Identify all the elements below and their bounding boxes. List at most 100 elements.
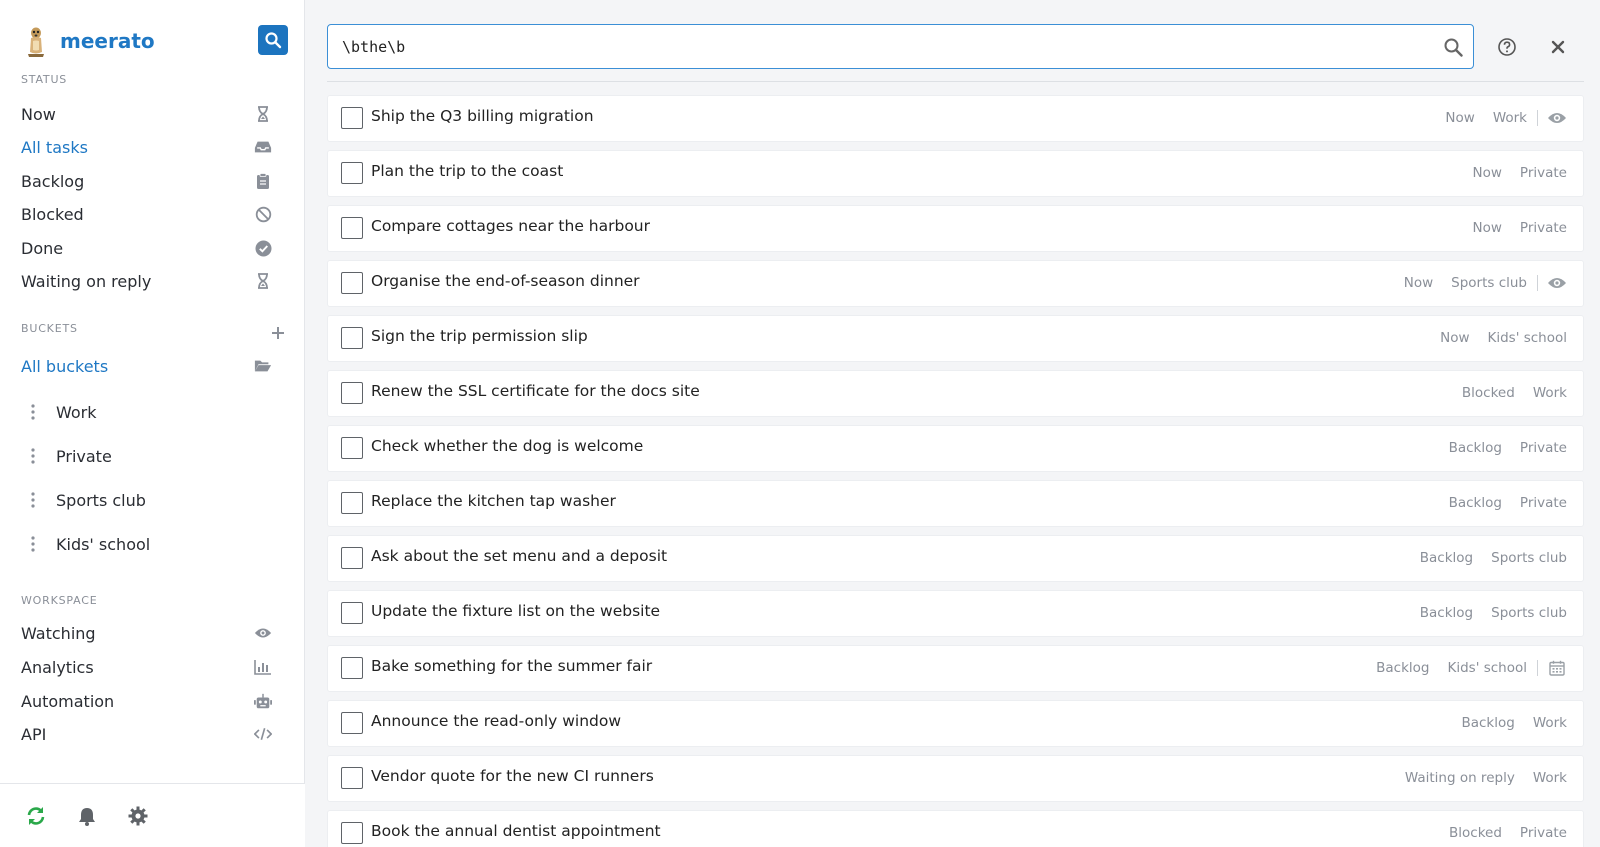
task-checkbox[interactable] (341, 162, 363, 184)
task-status[interactable]: Now (1473, 165, 1502, 181)
drag-handle-icon[interactable] (30, 536, 36, 552)
task-bucket[interactable]: Sports club (1491, 605, 1567, 621)
task-row[interactable]: Announce the read-only window Backlog Wo… (327, 700, 1584, 747)
task-title[interactable]: Compare cottages near the harbour (371, 217, 650, 235)
task-status[interactable]: Now (1404, 275, 1433, 291)
sidebar-item-automation[interactable]: Automation (0, 686, 290, 716)
drag-handle-icon[interactable] (30, 448, 36, 464)
task-status[interactable]: Backlog (1449, 495, 1502, 511)
sidebar-item-waiting-on-reply[interactable]: Waiting on reply (0, 266, 290, 296)
sidebar-item-now[interactable]: Now (0, 99, 290, 129)
bucket-item-sports-club[interactable]: Sports club (0, 483, 290, 517)
task-title[interactable]: Bake something for the summer fair (371, 657, 652, 675)
bucket-item-private[interactable]: Private (0, 439, 290, 473)
task-title[interactable]: Check whether the dog is welcome (371, 437, 643, 455)
task-bucket[interactable]: Kids' school (1448, 660, 1528, 676)
sidebar-item-backlog[interactable]: Backlog (0, 166, 290, 196)
gear-icon[interactable] (126, 804, 150, 828)
task-row[interactable]: Bake something for the summer fair Backl… (327, 645, 1584, 692)
task-bucket[interactable]: Private (1520, 495, 1567, 511)
sidebar-item-api[interactable]: API (0, 719, 290, 749)
task-row[interactable]: Replace the kitchen tap washer Backlog P… (327, 480, 1584, 527)
task-checkbox[interactable] (341, 217, 363, 239)
task-title[interactable]: Organise the end-of-season dinner (371, 272, 640, 290)
task-title[interactable]: Renew the SSL certificate for the docs s… (371, 382, 700, 400)
task-checkbox[interactable] (341, 437, 363, 459)
task-title[interactable]: Plan the trip to the coast (371, 162, 563, 180)
task-bucket[interactable]: Work (1533, 715, 1567, 731)
task-bucket[interactable]: Work (1493, 110, 1527, 126)
task-checkbox[interactable] (341, 712, 363, 734)
task-status[interactable]: Waiting on reply (1405, 770, 1515, 786)
task-checkbox[interactable] (341, 107, 363, 129)
task-bucket[interactable]: Private (1520, 440, 1567, 456)
bucket-item-work[interactable]: Work (0, 395, 290, 429)
task-checkbox[interactable] (341, 327, 363, 349)
help-icon[interactable] (1497, 37, 1517, 57)
task-status[interactable]: Blocked (1462, 385, 1515, 401)
task-status[interactable]: Backlog (1420, 550, 1473, 566)
brand[interactable]: meerato (22, 24, 155, 58)
close-icon[interactable] (1548, 37, 1568, 57)
task-checkbox[interactable] (341, 657, 363, 679)
task-bucket[interactable]: Private (1520, 220, 1567, 236)
task-bucket[interactable]: Kids' school (1488, 330, 1568, 346)
task-row[interactable]: Book the annual dentist appointment Bloc… (327, 810, 1584, 847)
task-title[interactable]: Vendor quote for the new CI runners (371, 767, 654, 785)
bell-icon[interactable] (75, 804, 99, 828)
sync-icon[interactable] (24, 804, 48, 828)
task-status[interactable]: Now (1473, 220, 1502, 236)
task-title[interactable]: Ship the Q3 billing migration (371, 107, 594, 125)
sidebar-item-all-tasks[interactable]: All tasks (0, 132, 290, 162)
task-status[interactable]: Now (1445, 110, 1474, 126)
task-status[interactable]: Blocked (1449, 825, 1502, 841)
task-row[interactable]: Compare cottages near the harbour Now Pr… (327, 205, 1584, 252)
task-row[interactable]: Update the fixture list on the website B… (327, 590, 1584, 637)
search-toggle-button[interactable] (258, 25, 288, 55)
task-checkbox[interactable] (341, 272, 363, 294)
task-row[interactable]: Plan the trip to the coast Now Private (327, 150, 1584, 197)
sidebar-item-blocked[interactable]: Blocked (0, 199, 290, 229)
task-title[interactable]: Ask about the set menu and a deposit (371, 547, 667, 565)
task-title[interactable]: Replace the kitchen tap washer (371, 492, 616, 510)
task-status[interactable]: Backlog (1420, 605, 1473, 621)
task-status[interactable]: Now (1440, 330, 1469, 346)
task-checkbox[interactable] (341, 602, 363, 624)
sidebar-item-done[interactable]: Done (0, 233, 290, 263)
task-row[interactable]: Vendor quote for the new CI runners Wait… (327, 755, 1584, 802)
task-row[interactable]: Sign the trip permission slip Now Kids' … (327, 315, 1584, 362)
task-bucket[interactable]: Sports club (1451, 275, 1527, 291)
drag-handle-icon[interactable] (30, 404, 36, 420)
task-title[interactable]: Sign the trip permission slip (371, 327, 588, 345)
task-bucket[interactable]: Private (1520, 165, 1567, 181)
sidebar-item-all-buckets[interactable]: All buckets (0, 351, 290, 381)
bucket-item-kids-school[interactable]: Kids' school (0, 527, 290, 561)
add-bucket-icon[interactable] (270, 325, 286, 341)
task-bucket[interactable]: Private (1520, 825, 1567, 841)
task-row[interactable]: Organise the end-of-season dinner Now Sp… (327, 260, 1584, 307)
task-bucket[interactable]: Sports club (1491, 550, 1567, 566)
task-title[interactable]: Book the annual dentist appointment (371, 822, 661, 840)
task-title[interactable]: Update the fixture list on the website (371, 602, 660, 620)
task-checkbox[interactable] (341, 547, 363, 569)
search-icon[interactable] (1443, 37, 1463, 57)
task-checkbox[interactable] (341, 382, 363, 404)
task-checkbox[interactable] (341, 822, 363, 844)
sidebar-item-analytics[interactable]: Analytics (0, 652, 290, 682)
task-row[interactable]: Ship the Q3 billing migration Now Work (327, 95, 1584, 142)
task-bucket[interactable]: Work (1533, 770, 1567, 786)
task-status[interactable]: Backlog (1376, 660, 1429, 676)
search-input[interactable] (342, 35, 1422, 59)
task-title[interactable]: Announce the read-only window (371, 712, 621, 730)
task-row[interactable]: Renew the SSL certificate for the docs s… (327, 370, 1584, 417)
task-checkbox[interactable] (341, 767, 363, 789)
sidebar-item-label: All buckets (21, 356, 109, 376)
task-status[interactable]: Backlog (1461, 715, 1514, 731)
task-row[interactable]: Ask about the set menu and a deposit Bac… (327, 535, 1584, 582)
task-row[interactable]: Check whether the dog is welcome Backlog… (327, 425, 1584, 472)
task-bucket[interactable]: Work (1533, 385, 1567, 401)
task-checkbox[interactable] (341, 492, 363, 514)
sidebar-item-watching[interactable]: Watching (0, 618, 290, 648)
drag-handle-icon[interactable] (30, 492, 36, 508)
task-status[interactable]: Backlog (1449, 440, 1502, 456)
